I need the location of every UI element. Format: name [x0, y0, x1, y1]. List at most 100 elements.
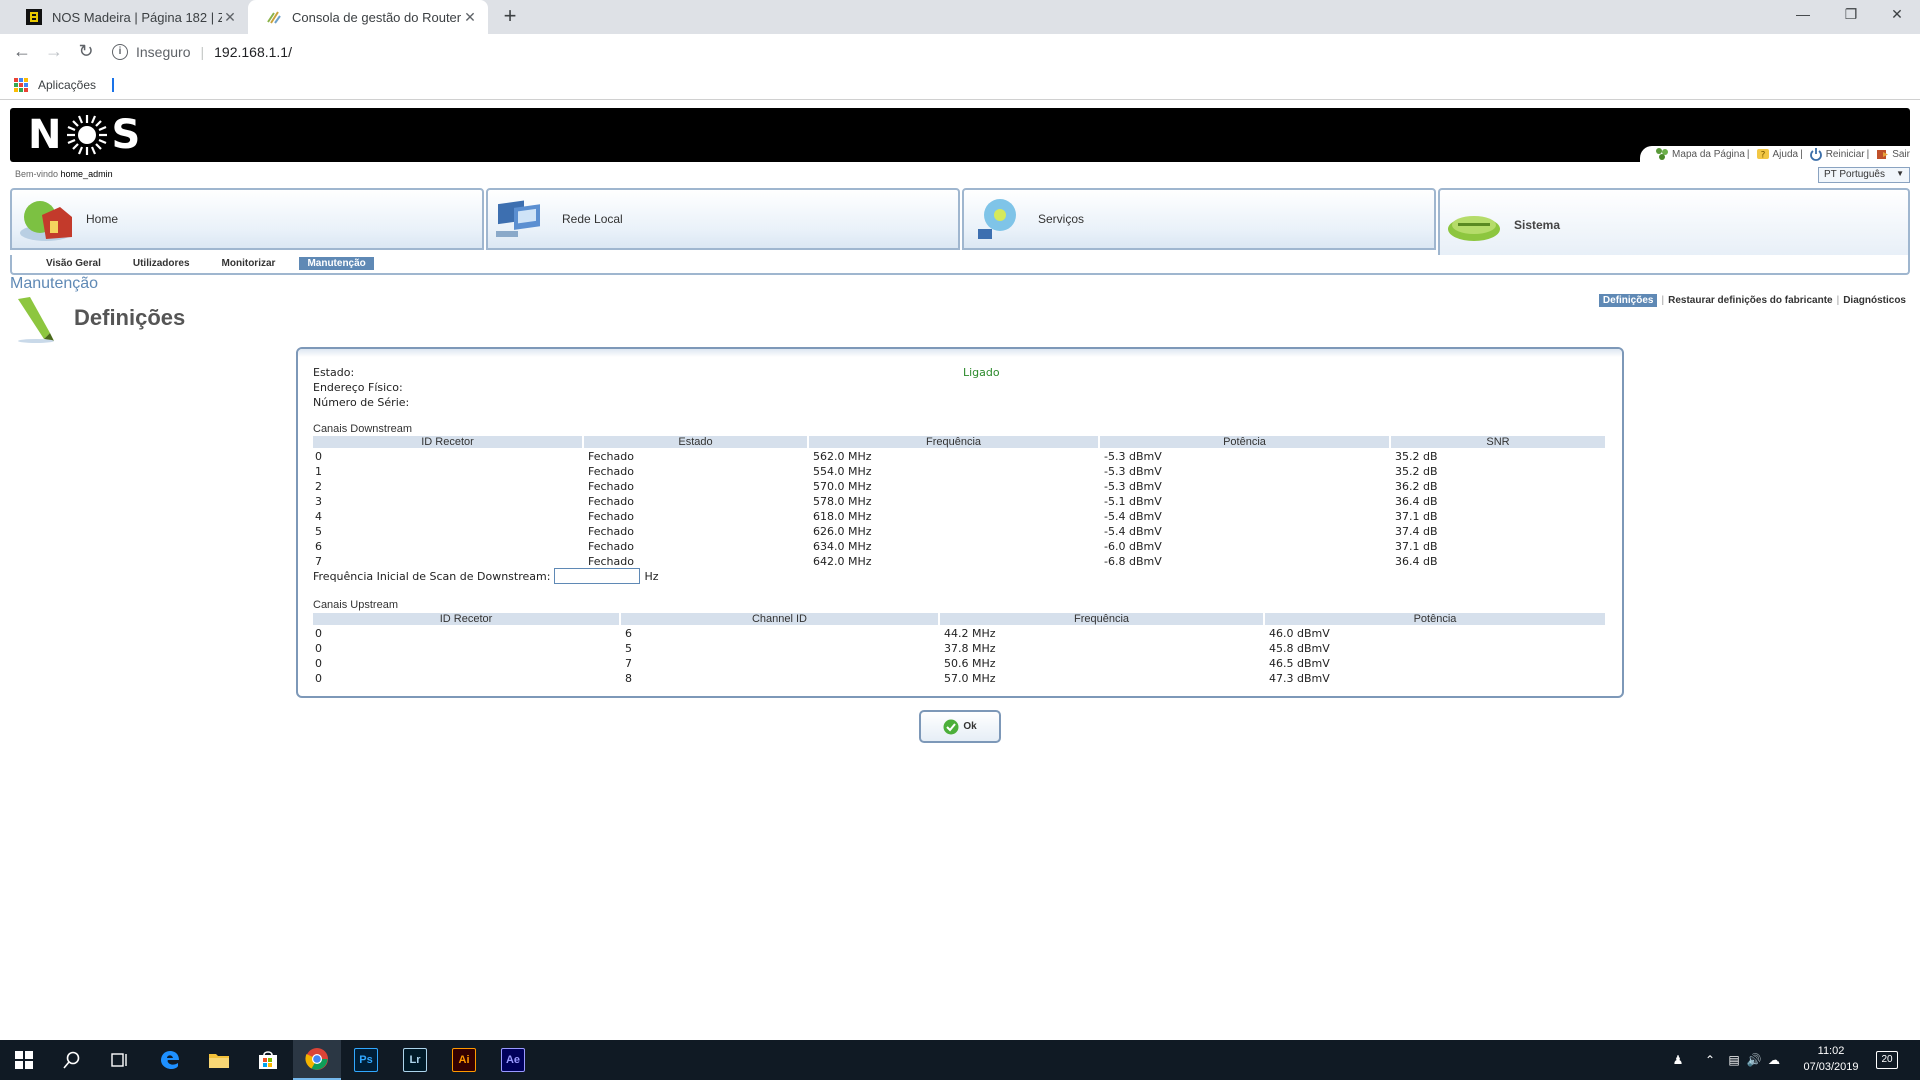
table-cell: 626.0 MHz: [813, 525, 872, 538]
store-button[interactable]: [244, 1040, 292, 1080]
help-link[interactable]: ? Ajuda: [1756, 147, 1798, 161]
logout-icon: [1877, 150, 1889, 159]
forward-icon[interactable]: →: [42, 40, 66, 64]
subtab-maintenance[interactable]: Manutenção: [299, 257, 374, 270]
table-cell: Fechado: [588, 450, 634, 463]
address-bar[interactable]: i Inseguro | 192.168.1.1/: [112, 37, 1842, 67]
sub-nav-bar: Visão Geral Utilizadores Monitorizar Man…: [10, 255, 1910, 275]
header-banner: N S: [10, 108, 1910, 168]
reload-icon[interactable]: ↻: [74, 40, 98, 64]
restore-icon[interactable]: ❐: [1828, 0, 1874, 30]
link-diagnostics[interactable]: Diagnósticos: [1843, 295, 1906, 306]
close-tab-icon[interactable]: ✕: [222, 9, 238, 26]
table-cell: Fechado: [588, 480, 634, 493]
notification-icon: 20: [1876, 1051, 1898, 1069]
link-settings[interactable]: Definições: [1598, 294, 1658, 307]
welcome-text: Bem-vindo home_admin: [15, 169, 113, 179]
after-effects-button[interactable]: Ae: [489, 1040, 537, 1080]
logout-link[interactable]: Sair: [1875, 147, 1910, 161]
table-cell: 578.0 MHz: [813, 495, 872, 508]
onedrive-icon[interactable]: ☁: [1764, 1053, 1784, 1067]
ok-button[interactable]: Ok: [919, 710, 1001, 743]
lightroom-button[interactable]: Lr: [391, 1040, 439, 1080]
url-text: 192.168.1.1/: [214, 44, 292, 60]
scan-frequency-input[interactable]: [554, 568, 641, 584]
people-icon[interactable]: ♟: [1668, 1053, 1688, 1067]
minimize-icon[interactable]: —: [1780, 0, 1826, 30]
restart-link[interactable]: Reiniciar: [1809, 147, 1865, 161]
notifications-button[interactable]: 20: [1876, 1040, 1898, 1080]
task-view-button[interactable]: [96, 1040, 144, 1080]
clock-time: 11:02: [1817, 1045, 1845, 1057]
table-cell: -5.3 dBmV: [1104, 450, 1162, 463]
back-icon[interactable]: ←: [10, 40, 34, 64]
table-cell: 37.1 dB: [1395, 540, 1438, 553]
clock-date: 07/03/2019: [1803, 1061, 1859, 1073]
local-network-icon: [496, 200, 540, 237]
table-cell: 50.6 MHz: [944, 657, 996, 670]
security-label: Inseguro: [136, 44, 191, 60]
close-window-icon[interactable]: ✕: [1874, 0, 1920, 30]
volume-icon[interactable]: 🔊: [1744, 1053, 1764, 1067]
power-icon: [1809, 148, 1822, 161]
sitemap-icon: [1656, 148, 1669, 160]
page-title-text: Definições: [74, 305, 186, 330]
header-cell: SNR: [1391, 436, 1607, 448]
subtab-overview[interactable]: Visão Geral: [38, 257, 109, 270]
file-explorer-button[interactable]: [195, 1040, 243, 1080]
services-icon: [978, 199, 1016, 239]
chevron-down-icon: ▼: [1896, 169, 1904, 178]
apps-grid-icon[interactable]: [14, 77, 28, 92]
page-title: Definições: [10, 293, 185, 343]
downstream-row: 5 Fechado 626.0 MHz -5.4 dBmV 37.4 dB: [313, 524, 1609, 539]
tab-home[interactable]: Home: [10, 188, 484, 250]
tab-title: NOS Madeira | Página 182 | ZWAME: [52, 9, 222, 25]
photoshop-icon: Ps: [354, 1048, 378, 1072]
status-panel: Estado: Ligado Endereço Físico: Número d…: [296, 347, 1624, 698]
header-cell: ID Recetor: [313, 436, 584, 448]
lightroom-icon: Lr: [403, 1048, 427, 1072]
tab-label: Rede Local: [562, 212, 623, 226]
search-button[interactable]: [48, 1040, 96, 1080]
chrome-button[interactable]: [293, 1040, 341, 1080]
close-tab-icon[interactable]: ✕: [462, 9, 478, 26]
sitemap-link[interactable]: Mapa da Página: [1655, 147, 1745, 161]
info-icon[interactable]: i: [112, 44, 128, 60]
photoshop-button[interactable]: Ps: [342, 1040, 390, 1080]
downstream-row: 1 Fechado 554.0 MHz -5.3 dBmV 35.2 dB: [313, 464, 1609, 479]
table-cell: 1: [315, 465, 322, 478]
table-cell: -6.8 dBmV: [1104, 555, 1162, 568]
task-view-icon: [111, 1053, 127, 1067]
ok-label: Ok: [963, 721, 977, 732]
header-cell: Frequência: [940, 613, 1265, 625]
table-cell: 5: [625, 642, 632, 655]
new-tab-button[interactable]: +: [498, 5, 522, 29]
table-cell: Fechado: [588, 525, 634, 538]
table-cell: 37.8 MHz: [944, 642, 996, 655]
main-nav: Home Rede Local Serviços Sistema: [10, 188, 1910, 260]
tab-services[interactable]: Serviços: [962, 188, 1436, 250]
link-factory-reset[interactable]: Restaurar definições do fabricante: [1668, 295, 1833, 306]
downstream-title: Canais Downstream: [313, 423, 413, 435]
browser-tab-router[interactable]: Consola de gestão do Router Wireless ✕: [248, 0, 488, 34]
subtab-monitor[interactable]: Monitorizar: [214, 257, 284, 270]
logo-letter-n: N: [28, 112, 64, 158]
tab-local-network[interactable]: Rede Local: [486, 188, 960, 250]
browser-tab-zwame[interactable]: NOS Madeira | Página 182 | ZWAME ✕: [8, 0, 248, 34]
start-button[interactable]: [0, 1040, 48, 1080]
illustrator-button[interactable]: Ai: [440, 1040, 488, 1080]
svg-text:?: ?: [1760, 151, 1765, 161]
clock[interactable]: 11:02 07/03/2019: [1794, 1043, 1868, 1075]
edge-button[interactable]: [146, 1040, 194, 1080]
table-cell: 618.0 MHz: [813, 510, 872, 523]
apps-bookmark[interactable]: Aplicações: [38, 78, 96, 92]
downstream-row: 7 Fechado 642.0 MHz -6.8 dBmV 36.4 dB: [313, 554, 1609, 569]
language-select[interactable]: PT Português ▼: [1818, 167, 1910, 183]
subtab-users[interactable]: Utilizadores: [125, 257, 198, 270]
after-effects-icon: Ae: [501, 1048, 525, 1072]
chevron-up-icon[interactable]: ⌃: [1702, 1053, 1718, 1067]
network-icon[interactable]: ▤: [1724, 1053, 1744, 1067]
tab-system[interactable]: Sistema: [1438, 188, 1910, 260]
table-cell: -5.4 dBmV: [1104, 510, 1162, 523]
start-icon: [15, 1051, 33, 1069]
